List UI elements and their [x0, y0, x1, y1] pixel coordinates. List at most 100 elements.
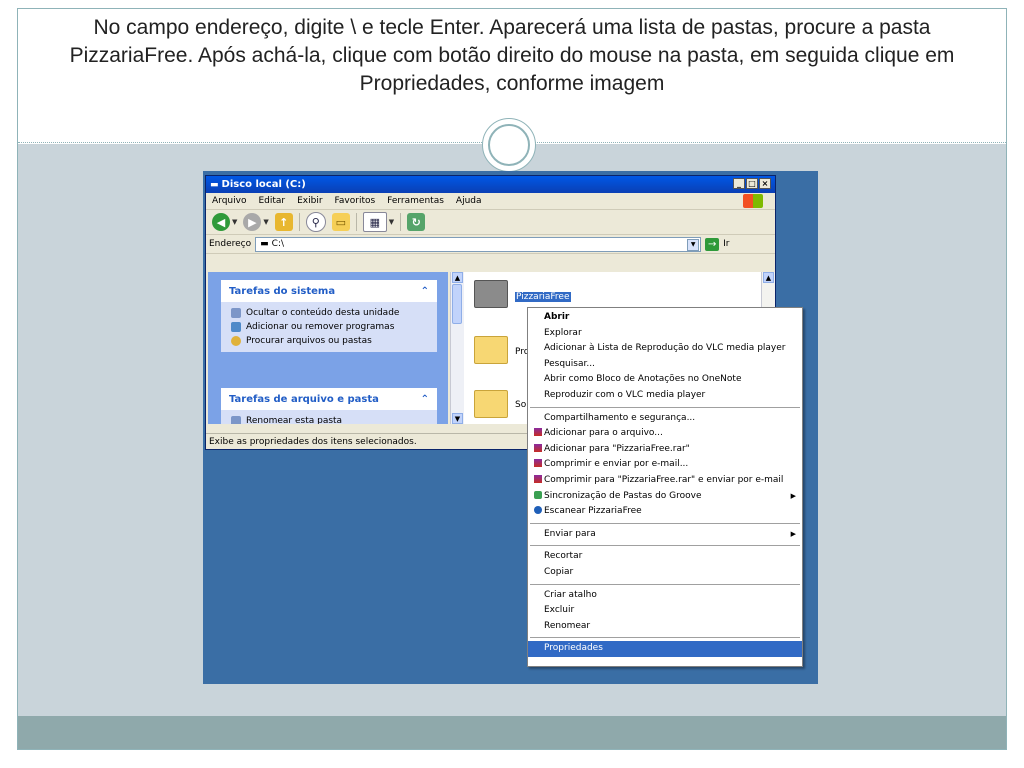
winrar-icon: [534, 474, 542, 483]
window-titlebar[interactable]: ▬ Disco local (C:) _ □ ×: [206, 176, 775, 193]
menu-separator: [530, 583, 800, 585]
go-arrow-icon[interactable]: →: [705, 237, 720, 251]
ctx-groove-sync[interactable]: Sincronização de Pastas do Groove ▶: [528, 489, 802, 505]
ctx-scan[interactable]: Escanear PizzariaFree: [528, 504, 802, 520]
ctx-vlc-play[interactable]: Reproduzir com o VLC media player: [528, 388, 802, 404]
submenu-arrow-icon: ▶: [790, 491, 796, 500]
folder-icon[interactable]: [474, 336, 508, 364]
ctx-add-rar[interactable]: Adicionar para "PizzariaFree.rar": [528, 442, 802, 458]
address-bar: Endereço ▬ C:\ ▼ → Ir: [206, 235, 775, 254]
views-dropdown-icon[interactable]: ▼: [389, 218, 394, 226]
menu-ferramentas[interactable]: Ferramentas: [387, 196, 444, 206]
search-icon[interactable]: ⚲: [305, 212, 326, 232]
toolbar-separator: [400, 213, 402, 231]
collapse-chevron-icon[interactable]: ⌃: [421, 286, 429, 297]
rename-icon: [231, 416, 241, 424]
folders-icon[interactable]: ▭: [331, 213, 350, 231]
drive-icon: ▬: [260, 238, 269, 249]
ctx-compress-rar-email[interactable]: Comprimir para "PizzariaFree.rar" e envi…: [528, 473, 802, 489]
maximize-button[interactable]: □: [746, 178, 758, 189]
system-tasks-header[interactable]: Tarefas do sistema ⌃: [221, 280, 437, 302]
context-menu: Abrir Explorar Adicionar à Lista de Repr…: [527, 307, 803, 667]
antivirus-icon: [534, 506, 542, 515]
task-label: Procurar arquivos ou pastas: [246, 336, 372, 346]
ctx-add-archive[interactable]: Adicionar para o arquivo...: [528, 426, 802, 442]
winrar-icon: [534, 443, 542, 452]
address-input[interactable]: ▬ C:\ ▼: [255, 236, 702, 252]
system-tasks-title: Tarefas do sistema: [229, 285, 336, 297]
go-button-label[interactable]: Ir: [723, 239, 729, 249]
ctx-delete[interactable]: Excluir: [528, 603, 802, 619]
winrar-icon: [534, 428, 542, 437]
menu-separator: [530, 637, 800, 639]
close-button[interactable]: ×: [759, 178, 771, 189]
address-label: Endereço: [209, 239, 252, 249]
menu-separator: [530, 522, 800, 524]
address-value: C:\: [271, 238, 285, 249]
task-hide-contents[interactable]: Ocultar o conteúdo desta unidade: [221, 306, 437, 320]
menu-favoritos[interactable]: Favoritos: [335, 196, 376, 206]
ctx-copy[interactable]: Copiar: [528, 565, 802, 581]
toolbar-separator: [355, 213, 357, 231]
ctx-label: Comprimir e enviar por e-mail...: [544, 459, 689, 470]
ctx-explore[interactable]: Explorar: [528, 326, 802, 342]
task-add-remove-programs[interactable]: Adicionar ou remover programas: [221, 320, 437, 334]
window-title: Disco local (C:): [221, 179, 306, 190]
ctx-vlc-add-playlist[interactable]: Adicionar à Lista de Reprodução do VLC m…: [528, 341, 802, 357]
screenshot: ▬ Disco local (C:) _ □ × Arquivo Editar …: [203, 171, 818, 684]
task-label: Ocultar o conteúdo desta unidade: [246, 308, 400, 318]
task-label: Adicionar ou remover programas: [246, 322, 395, 332]
task-label: Renomear esta pasta: [246, 416, 343, 424]
collapse-chevron-icon[interactable]: ⌃: [421, 394, 429, 405]
ctx-onenote[interactable]: Abrir como Bloco de Anotações no OneNote: [528, 372, 802, 388]
footer-band: [18, 716, 1006, 749]
menu-arquivo[interactable]: Arquivo: [212, 196, 246, 206]
ctx-label: Sincronização de Pastas do Groove: [544, 490, 702, 501]
ctx-label: Comprimir para "PizzariaFree.rar" e envi…: [544, 474, 784, 485]
folder-icon[interactable]: [474, 390, 508, 418]
menu-separator: [530, 545, 800, 547]
slide-title: No campo endereço, digite \ e tecle Ente…: [69, 16, 955, 95]
folder-label-pizzariafree[interactable]: PizzariaFree: [515, 292, 571, 302]
sync-icon[interactable]: ↻: [407, 213, 426, 231]
ctx-sharing[interactable]: Compartilhamento e segurança...: [528, 411, 802, 427]
back-arrow-icon[interactable]: ◀: [212, 213, 230, 231]
ctx-cut[interactable]: Recortar: [528, 549, 802, 565]
winrar-icon: [534, 459, 542, 468]
file-tasks-panel: Tarefas de arquivo e pasta ⌃ Renomear es…: [221, 388, 437, 424]
menu-editar[interactable]: Editar: [258, 196, 285, 206]
task-rename-folder[interactable]: Renomear esta pasta: [221, 414, 437, 424]
circle-ornament: [482, 118, 536, 172]
scroll-up-icon[interactable]: ▲: [452, 272, 463, 283]
search-icon: [231, 336, 241, 346]
address-dropdown-icon[interactable]: ▼: [687, 238, 700, 251]
scroll-up-icon[interactable]: ▲: [763, 272, 774, 283]
ctx-search[interactable]: Pesquisar...: [528, 357, 802, 373]
task-pane-scrollbar[interactable]: ▲ ▼: [450, 272, 464, 424]
minimize-button[interactable]: _: [733, 178, 745, 189]
window-controls: _ □ ×: [733, 178, 771, 189]
ctx-properties[interactable]: Propriedades: [528, 641, 802, 657]
ctx-compress-email[interactable]: Comprimir e enviar por e-mail...: [528, 457, 802, 473]
ctx-label: Escanear PizzariaFree: [544, 506, 642, 517]
ctx-rename[interactable]: Renomear: [528, 619, 802, 635]
views-icon[interactable]: ▦: [362, 212, 387, 232]
ctx-send-to[interactable]: Enviar para ▶: [528, 527, 802, 543]
scroll-thumb[interactable]: [452, 284, 462, 324]
menu-bar: Arquivo Editar Exibir Favoritos Ferramen…: [206, 193, 775, 210]
forward-dropdown-icon[interactable]: ▼: [263, 218, 268, 226]
menu-ajuda[interactable]: Ajuda: [456, 196, 482, 206]
forward-arrow-icon[interactable]: ▶: [243, 213, 262, 231]
groove-icon: [534, 490, 542, 499]
task-search-files[interactable]: Procurar arquivos ou pastas: [221, 334, 437, 348]
back-dropdown-icon[interactable]: ▼: [232, 218, 237, 226]
menu-exibir[interactable]: Exibir: [297, 196, 322, 206]
toolbar-separator: [298, 213, 300, 231]
folder-up-icon[interactable]: ↑: [274, 213, 293, 231]
ctx-open[interactable]: Abrir: [528, 310, 802, 326]
scroll-down-icon[interactable]: ▼: [452, 413, 463, 424]
ctx-create-shortcut[interactable]: Criar atalho: [528, 588, 802, 604]
file-tasks-header[interactable]: Tarefas de arquivo e pasta ⌃: [221, 388, 437, 410]
folder-icon[interactable]: [474, 280, 508, 308]
drive-icon: [231, 308, 241, 318]
